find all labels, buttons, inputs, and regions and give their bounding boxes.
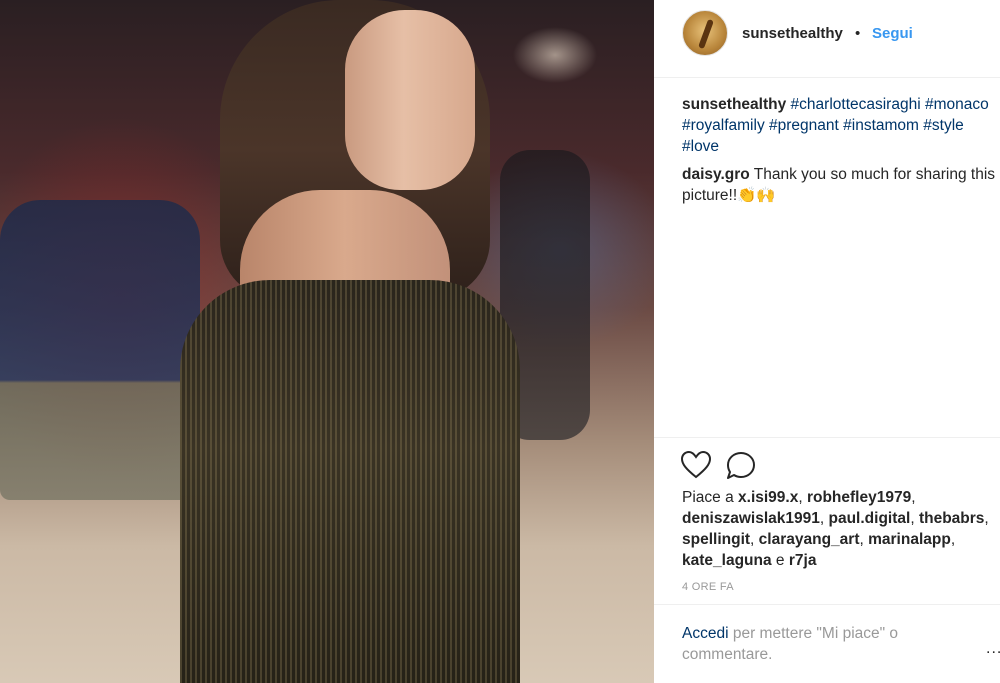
comment-bubble-icon[interactable] — [726, 451, 756, 481]
heart-icon[interactable] — [681, 451, 711, 479]
hashtag[interactable]: #style — [923, 117, 964, 134]
likes-summary: Piace a x.isi99.x, robhefley1979, denisz… — [682, 489, 989, 569]
avatar-figure-icon — [698, 18, 714, 50]
liker-username[interactable]: r7ja — [789, 552, 817, 569]
liker-username[interactable]: marinalapp — [868, 531, 951, 548]
hashtag[interactable]: #charlottecasiraghi — [791, 96, 921, 113]
post-sidebar: sunsethealthy • Segui sunsethealthy #cha… — [654, 0, 1000, 683]
liker-username[interactable]: kate_laguna — [682, 552, 772, 569]
liker-username[interactable]: x.isi99.x — [738, 489, 798, 506]
login-link[interactable]: Accedi — [682, 625, 729, 642]
more-options-icon[interactable]: ... — [986, 640, 1000, 658]
hashtag[interactable]: #instamom — [843, 117, 919, 134]
login-prompt: Accedi per mettere "Mi piace" o commenta… — [682, 623, 982, 665]
comment-item: daisy.gro Thank you so much for sharing … — [682, 164, 998, 206]
caption-author[interactable]: sunsethealthy — [682, 96, 786, 113]
actions-divider — [654, 437, 1000, 438]
login-divider — [654, 604, 1000, 605]
photo-subject-dress — [180, 280, 520, 683]
hashtag[interactable]: #love — [682, 138, 719, 155]
likes-conjunction: e — [775, 552, 785, 569]
liker-username[interactable]: clarayang_art — [759, 531, 860, 548]
separator-dot: • — [855, 25, 861, 42]
post-caption: sunsethealthy #charlottecasiraghi #monac… — [682, 94, 998, 157]
likes-prefix: Piace a — [682, 489, 734, 506]
hashtag[interactable]: #monaco — [925, 96, 989, 113]
photo-subject-face — [345, 10, 475, 190]
liker-username[interactable]: spellingit — [682, 531, 750, 548]
author-username[interactable]: sunsethealthy — [742, 25, 843, 42]
background-person — [0, 200, 200, 500]
liker-username[interactable]: thebabrs — [919, 510, 984, 527]
avatar[interactable] — [682, 10, 728, 56]
liker-username[interactable]: robhefley1979 — [807, 489, 911, 506]
post-header: sunsethealthy • Segui — [654, 0, 1000, 78]
comment-author[interactable]: daisy.gro — [682, 166, 750, 183]
follow-button[interactable]: Segui — [872, 25, 913, 42]
liker-username[interactable]: deniszawislak1991 — [682, 510, 820, 527]
liker-username[interactable]: paul.digital — [829, 510, 911, 527]
post-timestamp[interactable]: 4 ORE FA — [682, 581, 734, 593]
post-photo[interactable] — [0, 0, 654, 683]
hashtag[interactable]: #pregnant — [769, 117, 839, 134]
hashtag[interactable]: #royalfamily — [682, 117, 765, 134]
